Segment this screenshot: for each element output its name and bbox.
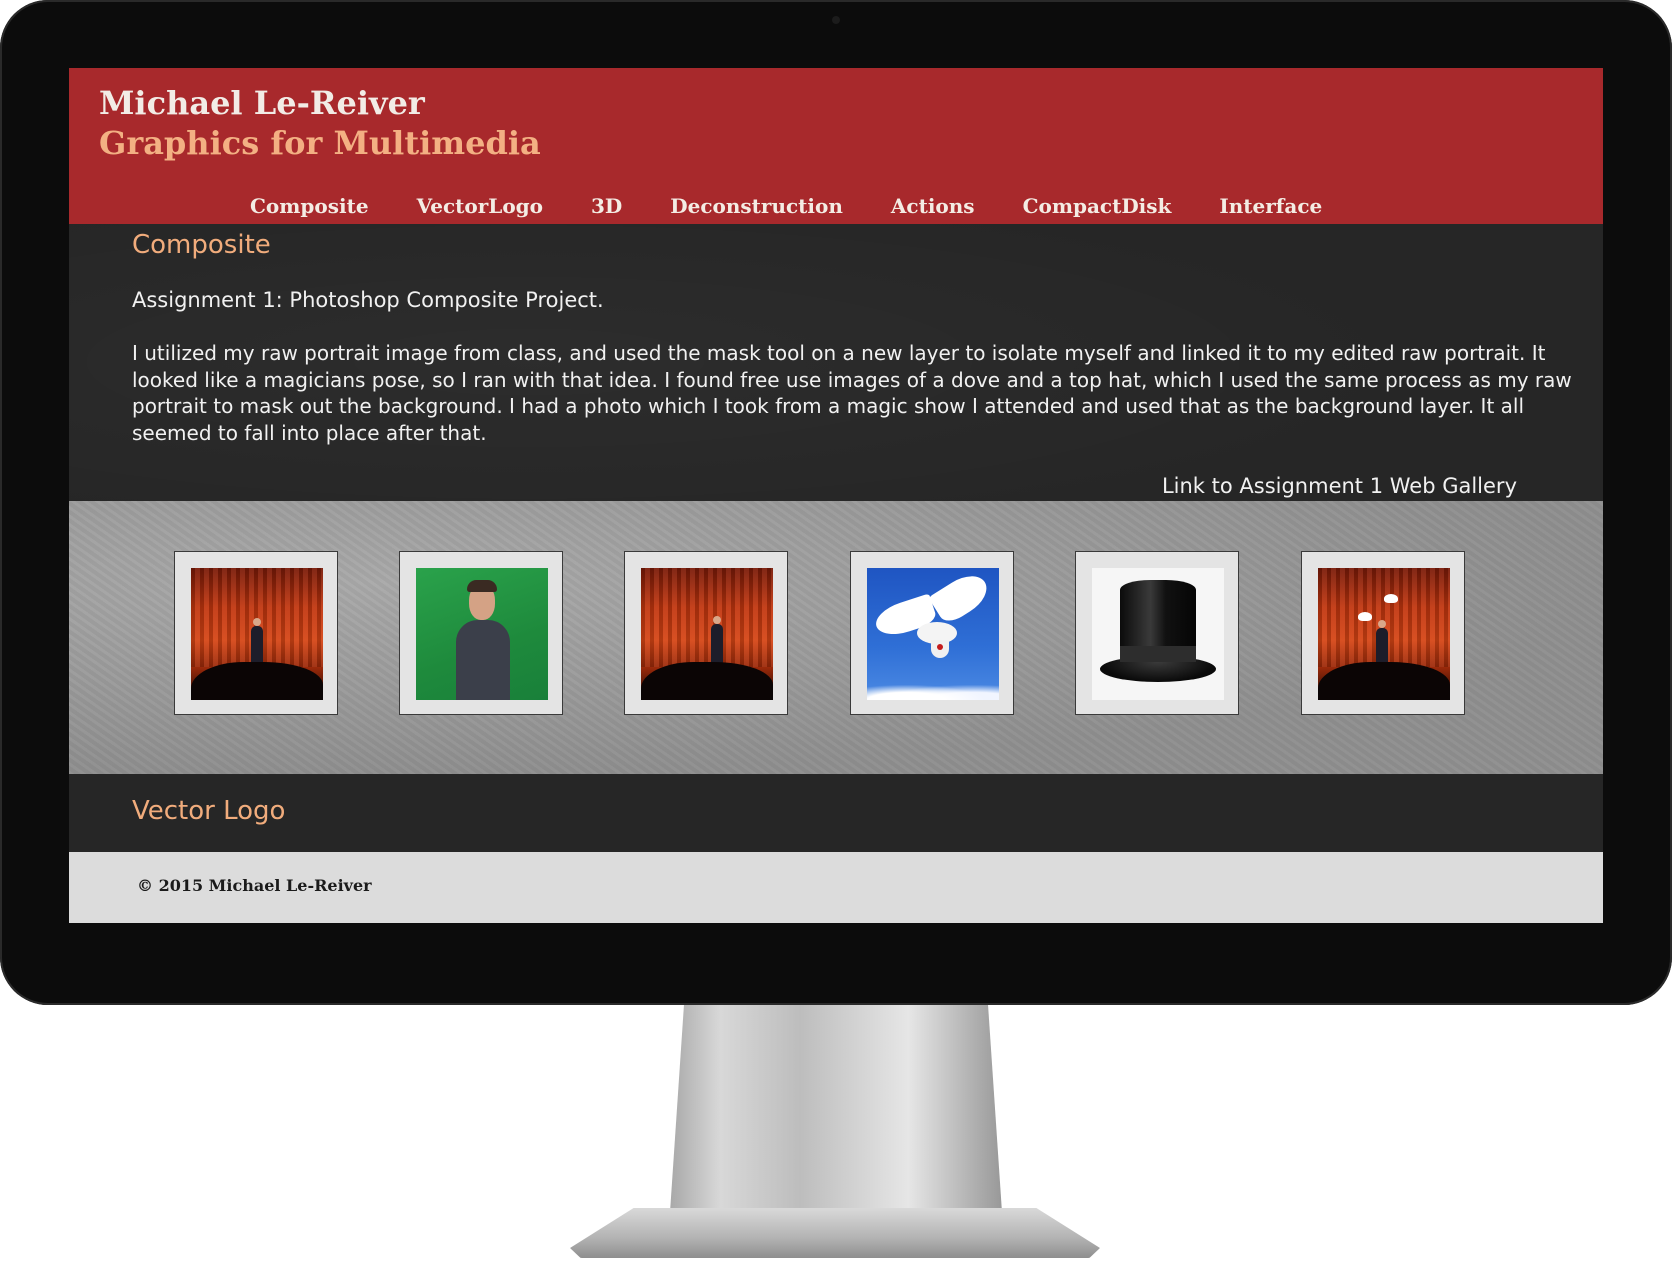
green-screen-portrait-photo xyxy=(416,568,548,700)
site-subtitle: Graphics for Multimedia xyxy=(99,124,541,162)
site-footer: © 2015 Michael Le-Reiver xyxy=(69,852,1603,923)
performer-figure xyxy=(251,626,263,666)
thumbnail-gallery xyxy=(69,501,1603,774)
audience-silhouette xyxy=(641,662,773,700)
portrait-torso xyxy=(456,620,510,700)
performer-figure xyxy=(711,624,723,664)
magic-show-stage-photo xyxy=(641,568,773,700)
camera-dot xyxy=(832,16,840,24)
nav-item-vectorlogo[interactable]: VectorLogo xyxy=(417,194,543,218)
dove-feet xyxy=(937,644,943,650)
gallery-thumbnail[interactable] xyxy=(850,551,1014,715)
nav-item-deconstruction[interactable]: Deconstruction xyxy=(670,194,843,218)
audience-silhouette xyxy=(1318,662,1450,700)
nav-item-composite[interactable]: Composite xyxy=(250,194,369,218)
magic-show-stage-photo xyxy=(191,568,323,700)
vector-logo-heading: Vector Logo xyxy=(132,796,286,826)
performer-head xyxy=(1378,620,1386,628)
assignment-description: I utilized my raw portrait image from cl… xyxy=(132,341,1572,445)
monitor-stand-neck xyxy=(669,1005,1003,1220)
dove-photo xyxy=(867,568,999,700)
site-header: Michael Le-Reiver Graphics for Multimedi… xyxy=(69,68,1603,224)
dove-wing-right xyxy=(928,568,994,627)
dove-icon xyxy=(1358,612,1372,621)
assignment-title: Assignment 1: Photoshop Composite Projec… xyxy=(132,288,604,312)
vector-logo-section: Vector Logo xyxy=(69,774,1603,852)
site-name: Michael Le-Reiver xyxy=(99,84,425,122)
monitor-stand-base xyxy=(570,1208,1100,1258)
portrait-hair xyxy=(467,580,497,592)
gallery-thumbnail[interactable] xyxy=(174,551,338,715)
web-gallery-link[interactable]: Link to Assignment 1 Web Gallery xyxy=(1162,474,1517,498)
performer-head xyxy=(253,618,261,626)
final-composite-photo xyxy=(1318,568,1450,700)
nav-item-actions[interactable]: Actions xyxy=(891,194,975,218)
top-hat-photo xyxy=(1092,568,1224,700)
nav-item-compactdisk[interactable]: CompactDisk xyxy=(1023,194,1172,218)
website-screen: Michael Le-Reiver Graphics for Multimedi… xyxy=(69,68,1603,923)
gallery-thumbnail[interactable] xyxy=(1075,551,1239,715)
gallery-thumbnail[interactable] xyxy=(1301,551,1465,715)
hat-band xyxy=(1120,646,1196,662)
nav-item-3d[interactable]: 3D xyxy=(591,194,622,218)
gallery-thumbnail[interactable] xyxy=(624,551,788,715)
gallery-thumbnail[interactable] xyxy=(399,551,563,715)
composite-heading: Composite xyxy=(132,230,271,260)
nav-item-interface[interactable]: Interface xyxy=(1219,194,1322,218)
cloud xyxy=(867,682,999,700)
monitor-bezel: Michael Le-Reiver Graphics for Multimedi… xyxy=(0,0,1672,1005)
dove-icon xyxy=(1384,594,1398,603)
audience-silhouette xyxy=(191,662,323,700)
performer-head xyxy=(713,616,721,624)
copyright-text: © 2015 Michael Le-Reiver xyxy=(137,876,372,895)
main-nav: Composite VectorLogo 3D Deconstruction A… xyxy=(250,192,1322,220)
